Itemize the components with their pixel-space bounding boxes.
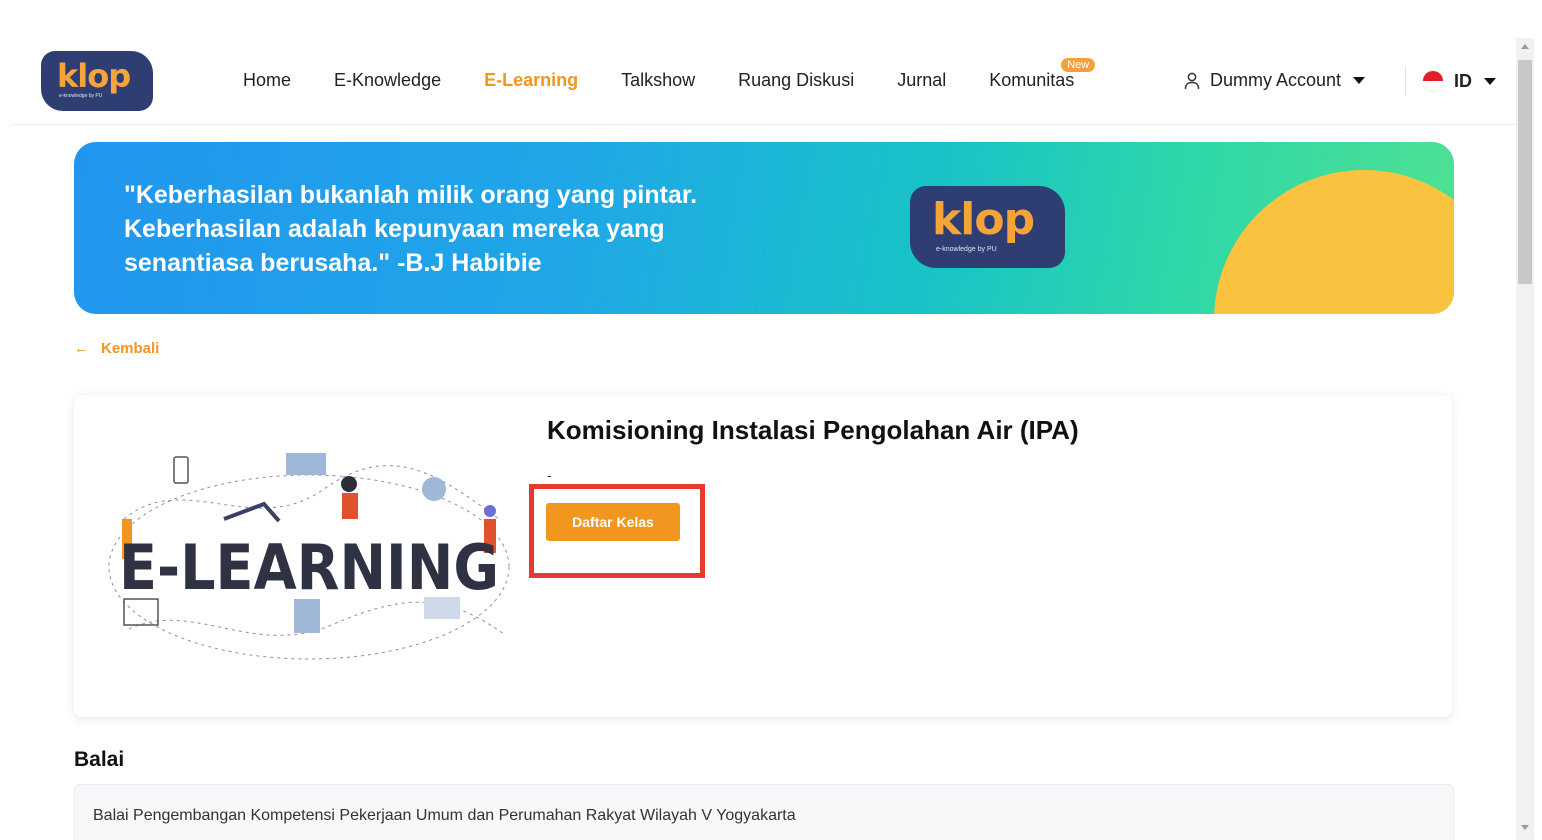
main-nav: Home E-Knowledge E-Learning Talkshow Rua… bbox=[243, 58, 1117, 91]
balai-heading: Balai bbox=[74, 748, 125, 771]
new-badge: New bbox=[1061, 58, 1096, 72]
scroll-up-icon[interactable] bbox=[1521, 44, 1529, 49]
course-title: Komisioning Instalasi Pengolahan Air (IP… bbox=[547, 415, 1079, 445]
top-navbar: klop e-knowledge by PU Home E-Knowledge … bbox=[12, 38, 1516, 125]
nav-e-learning[interactable]: E-Learning bbox=[484, 70, 578, 91]
balai-value: Balai Pengembangan Kompetensi Pekerjaan … bbox=[93, 807, 796, 824]
illustration-title: E-LEARNING bbox=[119, 531, 499, 604]
quote-line: senantiasa berusaha." -B.J Habibie bbox=[124, 249, 542, 277]
banner-sun-shape bbox=[1214, 170, 1454, 314]
course-subtitle: - bbox=[547, 467, 552, 483]
nav-e-knowledge[interactable]: E-Knowledge bbox=[334, 70, 441, 91]
account-name: Dummy Account bbox=[1210, 70, 1342, 90]
chevron-down-icon bbox=[1353, 77, 1366, 84]
indonesia-flag-icon bbox=[1422, 70, 1444, 92]
scrollbar-thumb[interactable] bbox=[1518, 60, 1532, 284]
chevron-down-icon bbox=[1484, 77, 1496, 85]
arrow-left-icon: ← bbox=[74, 340, 89, 357]
browser-viewport: klop e-knowledge by PU Home E-Knowledge … bbox=[12, 38, 1516, 840]
scroll-down-icon[interactable] bbox=[1521, 825, 1529, 830]
account-menu[interactable]: Dummy Account bbox=[1184, 70, 1366, 91]
nav-talkshow[interactable]: Talkshow bbox=[621, 70, 695, 91]
course-card: E-LEARNING Komisioning Instalasi Pengola… bbox=[74, 395, 1452, 717]
nav-komunitas-label: Komunitas bbox=[989, 70, 1075, 90]
nav-jurnal[interactable]: Jurnal bbox=[897, 70, 946, 91]
logo-tagline: e-knowledge by PU bbox=[936, 246, 997, 253]
language-selector[interactable]: ID bbox=[1422, 70, 1496, 92]
user-icon bbox=[1184, 72, 1200, 89]
page-scrollbar[interactable] bbox=[1516, 38, 1534, 840]
logo-wordmark: klop bbox=[932, 194, 1035, 245]
back-link[interactable]: ← Kembali bbox=[74, 340, 159, 357]
logo-tagline: e-knowledge by PU bbox=[59, 93, 103, 99]
logo-wordmark: klop bbox=[57, 57, 131, 95]
nav-komunitas[interactable]: Komunitas New bbox=[989, 58, 1096, 91]
banner-quote: "Keberhasilan bukanlah milik orang yang … bbox=[124, 178, 844, 280]
quote-banner: "Keberhasilan bukanlah milik orang yang … bbox=[74, 142, 1454, 314]
nav-home[interactable]: Home bbox=[243, 70, 291, 91]
quote-line: Keberhasilan adalah kepunyaan mereka yan… bbox=[124, 215, 665, 243]
e-learning-illustration: E-LEARNING bbox=[108, 453, 510, 660]
divider bbox=[1405, 66, 1406, 96]
daftar-kelas-button[interactable]: Daftar Kelas bbox=[546, 503, 680, 541]
quote-line: "Keberhasilan bukanlah milik orang yang … bbox=[124, 181, 698, 209]
klop-logo[interactable]: klop e-knowledge by PU bbox=[41, 51, 153, 111]
back-label: Kembali bbox=[101, 340, 160, 357]
banner-klop-logo: klop e-knowledge by PU bbox=[910, 186, 1065, 268]
language-code: ID bbox=[1454, 70, 1472, 91]
nav-ruang-diskusi[interactable]: Ruang Diskusi bbox=[738, 70, 854, 91]
balai-box: Balai Pengembangan Kompetensi Pekerjaan … bbox=[74, 784, 1454, 840]
